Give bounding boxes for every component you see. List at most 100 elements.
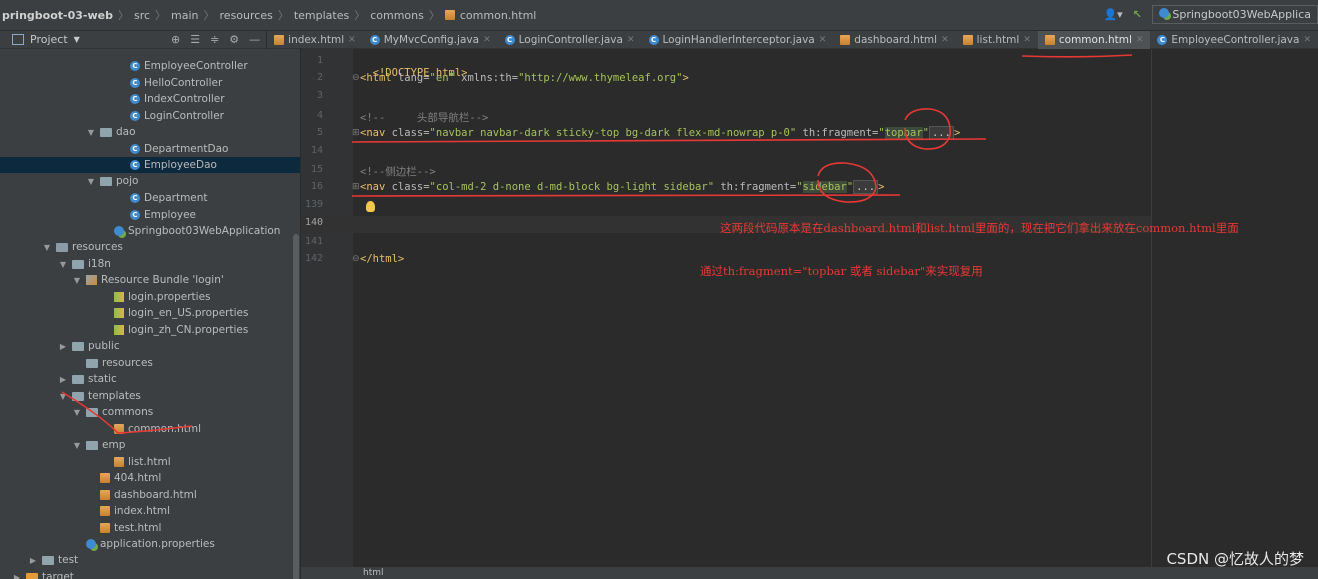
locate-icon[interactable]: ⊕ bbox=[171, 33, 180, 46]
chevron-down-icon[interactable]: ▼ bbox=[72, 408, 82, 417]
code-line-4[interactable]: <!-- 头部导航栏--> bbox=[360, 110, 488, 125]
tree-item[interactable]: login.properties bbox=[0, 289, 300, 305]
editor-tab[interactable]: C MyMvcConfig.java ✕ bbox=[363, 31, 498, 49]
tree-item[interactable]: C EmployeeDao bbox=[0, 157, 300, 173]
tree-item[interactable]: ▼ templates bbox=[0, 388, 300, 404]
breadcrumb-project[interactable]: pringboot-03-web bbox=[2, 9, 113, 22]
tree-item[interactable]: index.html bbox=[0, 503, 300, 519]
tree-item[interactable]: C IndexController bbox=[0, 91, 300, 107]
tree-item[interactable]: C LoginController bbox=[0, 108, 300, 124]
tree-item[interactable]: C Employee bbox=[0, 207, 300, 223]
tree-item[interactable]: common.html bbox=[0, 421, 300, 437]
tree-item[interactable]: login_en_US.properties bbox=[0, 305, 300, 321]
editor-tab[interactable]: C EmployeeController.java ✕ bbox=[1150, 31, 1318, 49]
tree-item[interactable]: ▼ commons bbox=[0, 404, 300, 420]
breadcrumb-item-src[interactable]: src bbox=[134, 9, 150, 22]
fold-marker-icon[interactable]: ⊞ bbox=[352, 128, 360, 138]
code-line-5[interactable]: <nav class="navbar navbar-dark sticky-to… bbox=[360, 126, 960, 140]
chevron-down-icon[interactable]: ▼ bbox=[86, 177, 96, 186]
tree-item[interactable]: C HelloController bbox=[0, 75, 300, 91]
tree-item[interactable]: login_zh_CN.properties bbox=[0, 322, 300, 338]
tree-item[interactable]: ▶ test bbox=[0, 552, 300, 568]
breadcrumb-item-resources[interactable]: resources bbox=[220, 9, 273, 22]
user-icon[interactable]: 👤▾ bbox=[1103, 8, 1122, 21]
editor-tab[interactable]: list.html ✕ bbox=[956, 31, 1038, 49]
chevron-down-icon[interactable]: ▼ bbox=[86, 128, 96, 137]
collapse-all-icon[interactable]: ≑ bbox=[210, 33, 219, 46]
tree-item[interactable]: ▼ pojo bbox=[0, 173, 300, 189]
editor-tab[interactable]: dashboard.html ✕ bbox=[833, 31, 955, 49]
fold-marker-icon[interactable]: ⊖ bbox=[352, 73, 360, 83]
tree-item[interactable]: C Department bbox=[0, 190, 300, 206]
tree-item-label: login_zh_CN.properties bbox=[128, 324, 249, 336]
tree-item-label: Resource Bundle 'login' bbox=[101, 274, 224, 286]
tree-item[interactable]: test.html bbox=[0, 520, 300, 536]
editor-tab[interactable]: index.html ✕ bbox=[267, 31, 363, 49]
close-icon[interactable]: ✕ bbox=[941, 35, 949, 45]
editor-tab[interactable]: C LoginHandlerInterceptor.java ✕ bbox=[642, 31, 834, 49]
tag-open: <html bbox=[360, 72, 398, 84]
folded-region[interactable]: ... bbox=[853, 180, 879, 194]
lightbulb-icon[interactable] bbox=[366, 201, 375, 212]
tree-item[interactable]: dashboard.html bbox=[0, 487, 300, 503]
tree-item[interactable]: 404.html bbox=[0, 470, 300, 486]
fold-marker-icon[interactable]: ⊖ bbox=[352, 254, 360, 264]
close-icon[interactable]: ✕ bbox=[1023, 35, 1031, 45]
build-hammer-icon[interactable]: ↖ bbox=[1133, 8, 1142, 21]
code-line-2[interactable]: <html lang="en" xmlns:th="http://www.thy… bbox=[360, 72, 689, 84]
close-icon[interactable]: ✕ bbox=[1303, 35, 1311, 45]
chevron-down-icon[interactable]: ▼ bbox=[72, 276, 82, 285]
chevron-right-icon[interactable]: ▶ bbox=[28, 556, 38, 565]
breadcrumb-item-templates[interactable]: templates bbox=[294, 9, 349, 22]
close-icon[interactable]: ✕ bbox=[819, 35, 827, 45]
tree-item[interactable]: ▼ i18n bbox=[0, 256, 300, 272]
code-line-16[interactable]: <nav class="col-md-2 d-none d-md-block b… bbox=[360, 180, 884, 194]
close-icon[interactable]: ✕ bbox=[1136, 35, 1144, 45]
fold-marker-icon[interactable]: ⊞ bbox=[352, 182, 360, 192]
tree-item[interactable]: Springboot03WebApplication bbox=[0, 223, 300, 239]
chevron-down-icon[interactable]: ▼ bbox=[58, 260, 68, 269]
tree-item[interactable]: list.html bbox=[0, 454, 300, 470]
chevron-right-icon[interactable]: ▶ bbox=[58, 342, 68, 351]
close-icon[interactable]: ✕ bbox=[348, 35, 356, 45]
editor-tab-label: LoginHandlerInterceptor.java bbox=[662, 33, 815, 46]
code-line-15[interactable]: <!--侧边栏--> bbox=[360, 164, 436, 179]
chevron-down-icon[interactable]: ▼ bbox=[58, 392, 68, 401]
close-icon[interactable]: ✕ bbox=[627, 35, 635, 45]
editor-tab[interactable]: C LoginController.java ✕ bbox=[498, 31, 642, 49]
project-panel-title[interactable]: Project bbox=[30, 33, 68, 46]
code-line-142[interactable]: </html> bbox=[360, 253, 404, 265]
line-number: 140 bbox=[304, 217, 323, 228]
editor-tab[interactable]: common.html ✕ bbox=[1037, 30, 1151, 49]
tree-item[interactable]: C DepartmentDao bbox=[0, 141, 300, 157]
expand-all-icon[interactable]: ☰ bbox=[190, 33, 200, 46]
tree-item-label: list.html bbox=[128, 456, 171, 468]
html-file-icon bbox=[100, 506, 110, 516]
folded-region[interactable]: ... bbox=[928, 126, 954, 140]
chevron-right-icon[interactable]: ▶ bbox=[12, 573, 22, 579]
tree-item[interactable]: ▶ public bbox=[0, 338, 300, 354]
chevron-right-icon[interactable]: ▶ bbox=[58, 375, 68, 384]
chevron-down-icon[interactable]: ▼ bbox=[42, 243, 52, 252]
breadcrumb-item-main[interactable]: main bbox=[171, 9, 198, 22]
tree-item[interactable]: ▼ emp bbox=[0, 437, 300, 453]
html-file-icon bbox=[114, 424, 124, 434]
hide-icon[interactable]: — bbox=[249, 33, 260, 46]
tree-item[interactable]: application.properties bbox=[0, 536, 300, 552]
run-configuration-select[interactable]: Springboot03WebApplica bbox=[1151, 5, 1318, 24]
close-icon[interactable]: ✕ bbox=[483, 35, 491, 45]
tree-item[interactable]: resources bbox=[0, 355, 300, 371]
line-number: 5 bbox=[316, 127, 323, 138]
tree-item[interactable]: ▶ static bbox=[0, 371, 300, 387]
tree-item[interactable]: ▶ target bbox=[0, 569, 300, 579]
chevron-down-icon[interactable]: ▼ bbox=[72, 441, 82, 450]
breadcrumb-item-commons[interactable]: commons bbox=[370, 9, 424, 22]
line-number: 16 bbox=[310, 181, 323, 192]
breadcrumb-file[interactable]: common.html bbox=[460, 9, 536, 22]
gear-icon[interactable]: ⚙ bbox=[229, 33, 239, 46]
tree-item[interactable]: ▼ resources bbox=[0, 239, 300, 255]
tree-item[interactable]: ▼ Resource Bundle 'login' bbox=[0, 272, 300, 288]
tree-item[interactable]: ▼ dao bbox=[0, 124, 300, 140]
tree-item[interactable]: C EmployeeController bbox=[0, 58, 300, 74]
chevron-down-icon[interactable]: ▼ bbox=[74, 35, 80, 44]
